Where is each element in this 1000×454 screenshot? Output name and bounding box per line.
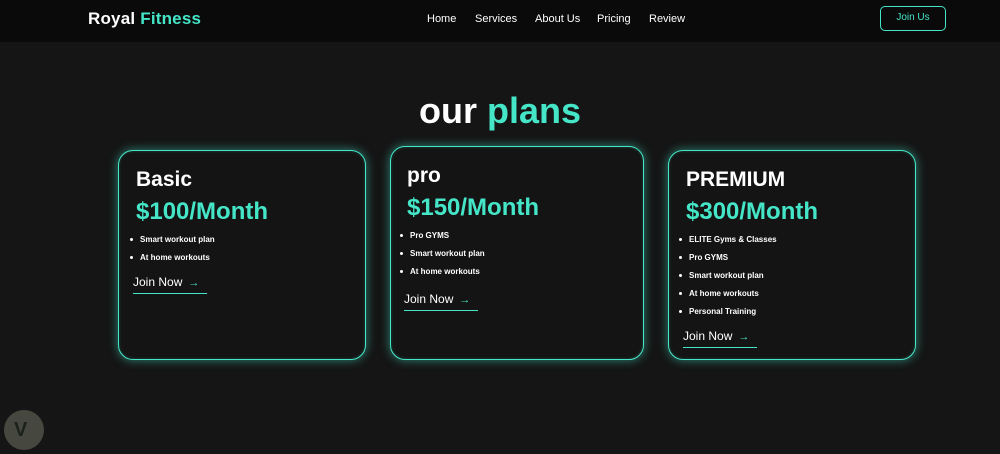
nav-review[interactable]: Review [649, 13, 685, 25]
feature-item: Pro GYMS [679, 253, 777, 271]
plan-price: $300/Month [686, 198, 819, 225]
feature-item: Smart workout plan [679, 271, 777, 289]
section-title: our plans [0, 90, 1000, 132]
nav-home[interactable]: Home [427, 13, 456, 25]
nav-about-us[interactable]: About Us [535, 13, 580, 25]
feature-item: At home workouts [400, 267, 485, 285]
plan-card-basic: Basic $100/Month Smart workout plan At h… [118, 150, 366, 360]
title-plans: plans [486, 90, 582, 131]
feature-list: ELITE Gyms & Classes Pro GYMS Smart work… [679, 235, 777, 325]
arrow-right-icon: → [188, 277, 200, 289]
join-now-label: Join Now [404, 292, 454, 306]
plan-price: $100/Month [136, 198, 269, 225]
join-us-button[interactable]: Join Us [880, 6, 946, 31]
arrow-right-icon: → [459, 294, 471, 306]
nav-services[interactable]: Services [475, 13, 517, 25]
plan-price: $150/Month [407, 194, 540, 221]
feature-item: At home workouts [679, 289, 777, 307]
v-glyph-icon: V [14, 419, 28, 441]
feature-list: Pro GYMS Smart workout plan At home work… [400, 231, 485, 285]
join-now-label: Join Now [683, 329, 733, 343]
feature-item: Pro GYMS [400, 231, 485, 249]
feature-list: Smart workout plan At home workouts [130, 235, 215, 271]
join-now-link[interactable]: Join Now → [133, 275, 207, 294]
plan-card-pro: pro $150/Month Pro GYMS Smart workout pl… [390, 146, 644, 360]
feature-item: Personal Training [679, 307, 777, 325]
join-now-link[interactable]: Join Now → [404, 292, 478, 311]
feature-item: Smart workout plan [130, 235, 215, 253]
navbar: Royal Fitness Home Services About Us Pri… [0, 0, 1000, 42]
plan-name: pro [407, 164, 441, 187]
join-now-link[interactable]: Join Now → [683, 329, 757, 348]
title-our: our [418, 90, 477, 131]
plan-card-premium: PREMIUM $300/Month ELITE Gyms & Classes … [668, 150, 916, 360]
nav-menu: Home Services About Us Pricing Review [0, 13, 1000, 29]
arrow-right-icon: → [738, 331, 750, 343]
watermark-logo: V [4, 410, 44, 450]
plan-name: Basic [136, 168, 193, 191]
nav-pricing[interactable]: Pricing [597, 13, 631, 25]
plan-name: PREMIUM [686, 168, 786, 191]
feature-item: Smart workout plan [400, 249, 485, 267]
feature-item: ELITE Gyms & Classes [679, 235, 777, 253]
join-now-label: Join Now [133, 275, 183, 289]
feature-item: At home workouts [130, 253, 215, 271]
